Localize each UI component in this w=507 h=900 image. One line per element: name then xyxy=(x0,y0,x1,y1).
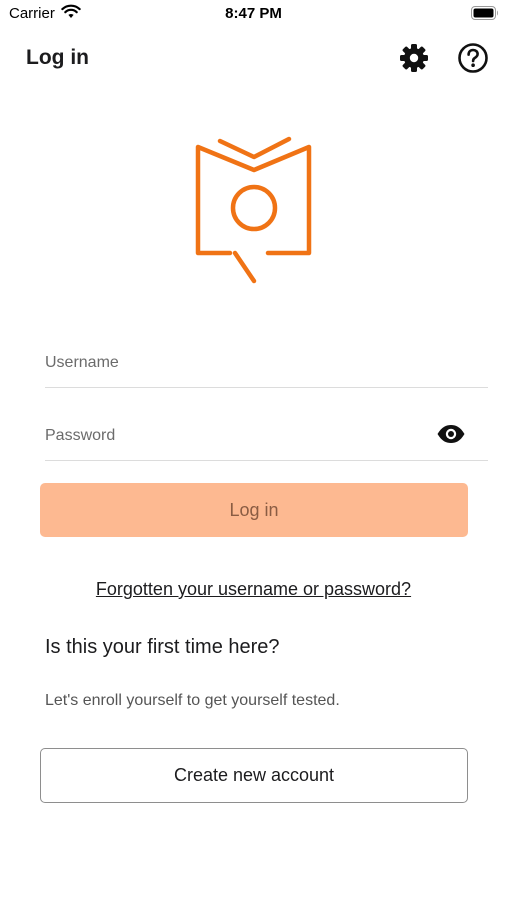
password-input[interactable] xyxy=(45,411,488,460)
enroll-description: Let's enroll yourself to get yourself te… xyxy=(45,692,340,709)
settings-button[interactable] xyxy=(398,42,430,74)
login-screen: Carrier 8:47 PM Log in Username Log in F… xyxy=(0,0,507,900)
clock: 8:47 PM xyxy=(225,5,282,22)
page-title: Log in xyxy=(26,46,89,69)
username-field xyxy=(45,338,488,388)
login-button[interactable]: Log in xyxy=(40,483,468,537)
first-time-heading: Is this your first time here? xyxy=(45,636,280,658)
help-circle-icon xyxy=(458,43,488,73)
status-bar: Carrier 8:47 PM xyxy=(0,0,507,28)
username-input[interactable] xyxy=(45,338,488,387)
password-field xyxy=(45,411,488,461)
app-logo xyxy=(195,136,312,284)
battery-icon xyxy=(471,6,498,20)
eye-icon[interactable] xyxy=(436,423,466,445)
create-account-button[interactable]: Create new account xyxy=(40,748,468,803)
forgot-credentials-link[interactable]: Forgotten your username or password? xyxy=(0,579,507,600)
help-button[interactable] xyxy=(457,42,489,74)
gear-icon xyxy=(400,44,428,72)
